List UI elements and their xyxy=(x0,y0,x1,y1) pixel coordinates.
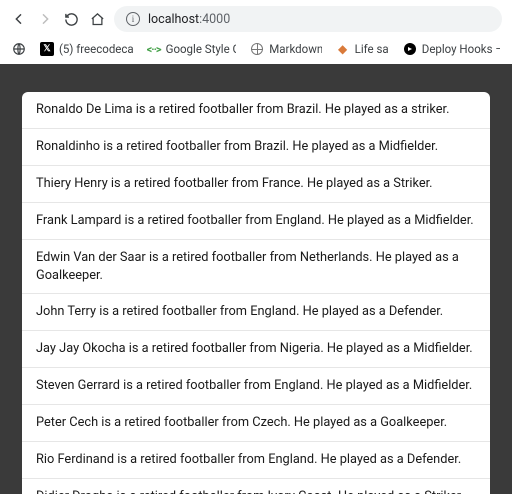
bookmark-label: Deploy Hooks – Ve... xyxy=(422,42,500,56)
bookmark-google-style[interactable]: <··> Google Style Guide xyxy=(147,42,237,56)
site-info-icon[interactable]: i xyxy=(126,12,140,26)
bookmark-label: Markdown Tut xyxy=(269,42,321,56)
address-host: localhost xyxy=(148,12,199,27)
forward-button[interactable] xyxy=(36,10,54,28)
bookmark-markdown[interactable]: Markdown Tut xyxy=(250,42,321,56)
back-button[interactable] xyxy=(10,10,28,28)
browser-toolbar: i localhost:4000 xyxy=(0,0,512,38)
list-item: Jay Jay Okocha is a retired footballer f… xyxy=(22,331,490,368)
x-icon: 𝕏 xyxy=(40,42,54,56)
list-item: Frank Lampard is a retired footballer fr… xyxy=(22,203,490,240)
address-bar[interactable]: i localhost:4000 xyxy=(114,6,502,32)
list-item: Edwin Van der Saar is a retired football… xyxy=(22,240,490,295)
list-item: Rio Ferdinand is a retired footballer fr… xyxy=(22,442,490,479)
bookmark-label: Life saver xyxy=(355,42,389,56)
players-card: Ronaldo De Lima is a retired footballer … xyxy=(22,92,490,494)
bookmarks-bar: 𝕏 (5) freecodecamp... <··> Google Style … xyxy=(0,38,512,64)
angle-brackets-icon: <··> xyxy=(147,42,161,56)
reload-button[interactable] xyxy=(62,10,80,28)
address-text: localhost:4000 xyxy=(148,12,230,27)
bookmark-deploy-hooks[interactable]: Deploy Hooks – Ve... xyxy=(403,42,500,56)
list-item: Didier Drogba is a retired footballer fr… xyxy=(22,479,490,494)
bookmark-life-saver[interactable]: ◆ Life saver xyxy=(336,42,389,56)
browser-chrome: i localhost:4000 𝕏 (5) freecodecamp... <… xyxy=(0,0,512,64)
list-item: Ronaldo De Lima is a retired footballer … xyxy=(22,92,490,129)
list-item: Steven Gerrard is a retired footballer f… xyxy=(22,368,490,405)
page-viewport: Ronaldo De Lima is a retired footballer … xyxy=(0,64,512,494)
bookmark-label: (5) freecodecamp... xyxy=(59,42,133,56)
list-item: Thiery Henry is a retired footballer fro… xyxy=(22,166,490,203)
bookmark-freecodecamp[interactable]: 𝕏 (5) freecodecamp... xyxy=(40,42,133,56)
list-item: Peter Cech is a retired footballer from … xyxy=(22,405,490,442)
home-button[interactable] xyxy=(88,10,106,28)
vercel-icon xyxy=(403,42,417,56)
dev-icon: ◆ xyxy=(336,42,350,56)
list-item: John Terry is a retired footballer from … xyxy=(22,294,490,331)
list-item: Ronaldinho is a retired footballer from … xyxy=(22,129,490,166)
bookmark-label: Google Style Guide xyxy=(166,42,237,56)
apps-icon[interactable] xyxy=(12,42,26,56)
globe-icon xyxy=(250,42,264,56)
address-port: :4000 xyxy=(199,12,230,27)
